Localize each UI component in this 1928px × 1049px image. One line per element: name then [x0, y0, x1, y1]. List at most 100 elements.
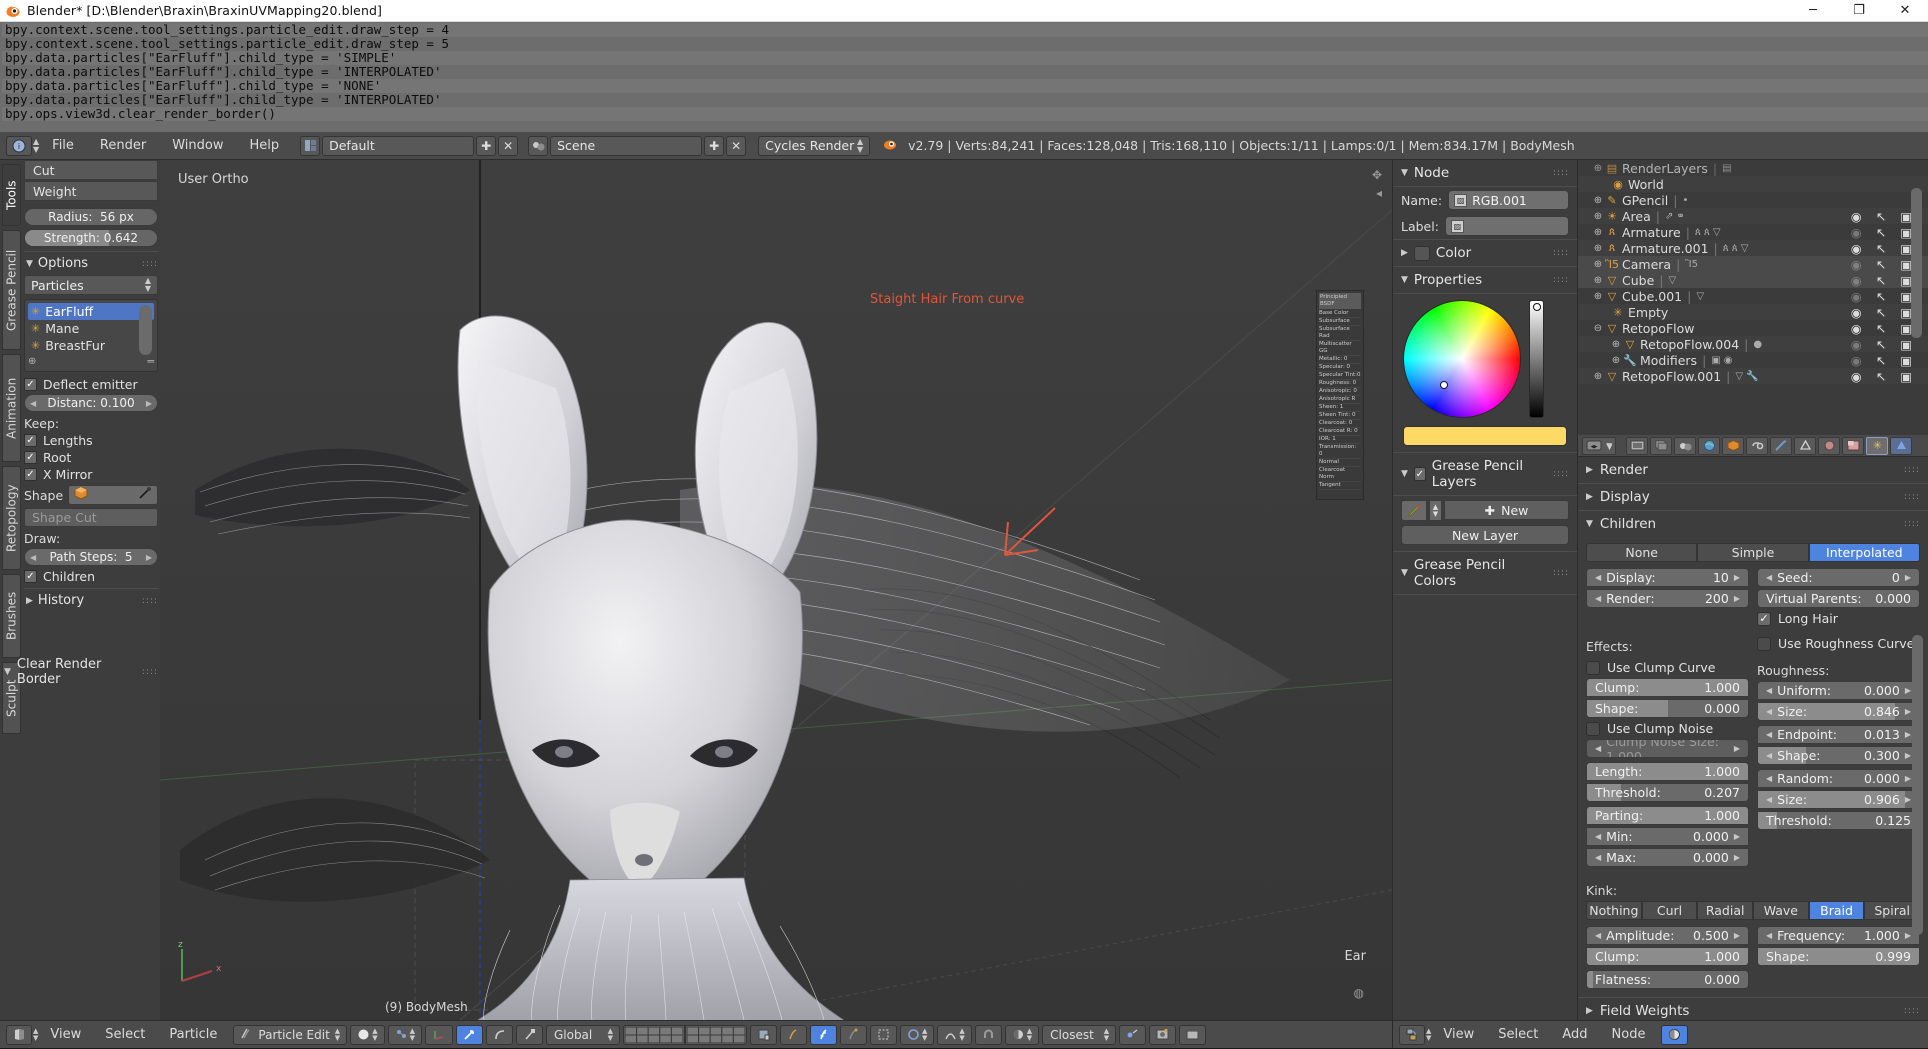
scene-select[interactable]: Scene	[550, 135, 703, 156]
outliner-data-icon[interactable]: ጰ	[1695, 227, 1701, 238]
properties-scrollbar[interactable]	[1912, 635, 1923, 935]
add-particle-system-icon[interactable]: ⊕	[28, 356, 36, 367]
outliner-editor[interactable]: ⊕ ▤ RenderLayers | ▤ ◉ World ⊕ ✎ GPencil | • ⊕ ☀ Area |…	[1577, 160, 1928, 435]
kink-shape-field[interactable]: Shape: 0.999	[1757, 947, 1920, 966]
decrement-arrow-icon[interactable]: ◀	[1595, 931, 1601, 940]
manipulator-scale-button[interactable]	[515, 1024, 543, 1045]
field-weights-header[interactable]: ▶ Field Weights ::::	[1578, 997, 1928, 1020]
eye-icon[interactable]: ◉	[1851, 369, 1862, 384]
outliner-row[interactable]: ✳ Empty ◉ ↖ ▣	[1578, 304, 1928, 320]
new-screen-layout-button[interactable]: ✚	[476, 135, 497, 156]
outliner-data-icon[interactable]: ጰ	[1704, 227, 1710, 238]
value-slider[interactable]	[1529, 300, 1544, 418]
scene-layers-block-1[interactable]	[622, 1024, 685, 1045]
node-color-swatch[interactable]	[1413, 245, 1430, 261]
opengl-render-button[interactable]	[1149, 1024, 1177, 1045]
use-clump-noise-checkbox[interactable]: Use Clump Noise	[1586, 721, 1749, 736]
kink-type-nothing[interactable]: Nothing	[1586, 901, 1642, 920]
expand-toggle-icon[interactable]: ⊕	[1592, 243, 1604, 254]
brush-strength-slider[interactable]: Strength: 0.642	[24, 229, 158, 247]
manipulator-rotate-button[interactable]	[485, 1024, 513, 1045]
delete-scene-button[interactable]: ✕	[726, 135, 747, 156]
use-roughness-curve-checkbox[interactable]: Use Roughness Curve	[1757, 636, 1920, 651]
cursor-arrow-icon[interactable]: ↖	[1876, 273, 1886, 288]
camera-icon[interactable]: ▣	[1900, 353, 1912, 368]
node-shader-type-button[interactable]	[1661, 1024, 1689, 1045]
cursor-arrow-icon[interactable]: ↖	[1876, 257, 1886, 272]
virtual-parents-field[interactable]: Virtual Parents: 0.000	[1757, 589, 1920, 608]
value-slider-handle[interactable]	[1533, 303, 1541, 311]
clear-render-border-panel[interactable]: ▼ Clear Render Border ::::	[4, 657, 158, 687]
outliner-row[interactable]: ⊕ ✎ GPencil | •	[1578, 192, 1928, 208]
gp-layers-header[interactable]: ▼ ✓ Grease Pencil Layers ::::	[1393, 452, 1577, 496]
increment-arrow-icon[interactable]: ▶	[1905, 774, 1911, 783]
outliner-row[interactable]: ⊕ ▽ Cube | ▽ ◉ ↖ ▣	[1578, 272, 1928, 288]
particle-select-mode[interactable]: ▲ ▼	[387, 1024, 422, 1045]
gp-colors-header[interactable]: ▼ Grease Pencil Colors ::::	[1393, 551, 1577, 595]
tab-retopology[interactable]: Retopology	[2, 466, 21, 570]
tab-world-icon[interactable]	[1698, 436, 1720, 455]
viewport-menu-view[interactable]: View	[38, 1021, 93, 1049]
roughness-uniform-field[interactable]: ◀ Uniform: 0.000 ▶	[1757, 681, 1920, 700]
decrement-arrow-icon[interactable]: ◀	[30, 553, 36, 562]
tab-material-icon[interactable]	[1818, 436, 1840, 455]
increment-arrow-icon[interactable]: ▶	[1734, 853, 1740, 862]
viewport-layer-indicator[interactable]: ◍	[1354, 986, 1364, 1000]
keep-lengths-checkbox[interactable]: ✓ Lengths	[24, 433, 158, 448]
color-panel-header[interactable]: ▶ Color ::::	[1393, 239, 1577, 267]
increment-arrow-icon[interactable]: ▶	[146, 553, 152, 562]
decrement-arrow-icon[interactable]: ◀	[1766, 686, 1772, 695]
tab-object-icon[interactable]	[1722, 436, 1744, 455]
outliner-data-icon[interactable]: 🔧	[1746, 371, 1758, 382]
kink-type-braid[interactable]: Braid	[1808, 901, 1865, 920]
long-hair-checkbox[interactable]: ✓ Long Hair	[1757, 611, 1920, 626]
eye-icon[interactable]: ◉	[1851, 289, 1862, 304]
properties-editor[interactable]: ◂▸ ▼ ✳	[1577, 435, 1928, 1020]
kink-frequency-field[interactable]: ◀ Frequency: 1.000 ▶	[1757, 926, 1920, 945]
outliner-data-icon[interactable]: ◉	[1724, 355, 1733, 366]
delete-screen-layout-button[interactable]: ✕	[498, 135, 519, 156]
clump-shape-field[interactable]: Shape: 0.000	[1586, 699, 1749, 718]
kink-type-wave[interactable]: Wave	[1753, 901, 1809, 920]
eye-icon[interactable]: ◉	[1851, 337, 1862, 352]
eyedropper-icon[interactable]	[138, 486, 152, 504]
decrement-arrow-icon[interactable]: ◀	[1595, 573, 1601, 582]
outliner-data-icon[interactable]: ⚭	[1676, 211, 1684, 222]
outliner-data-icon[interactable]: ▽	[1669, 275, 1677, 286]
length-field[interactable]: Length: 1.000	[1586, 762, 1749, 781]
proportional-edit-button[interactable]: ▲ ▼	[899, 1024, 935, 1045]
tab-tools[interactable]: Tools	[2, 164, 21, 226]
children-type-segmented[interactable]: None Simple Interpolated	[1586, 543, 1920, 562]
rgb-color-swatch[interactable]	[1403, 426, 1567, 446]
increment-arrow-icon[interactable]: ▶	[1905, 573, 1911, 582]
parting-min-field[interactable]: ◀ Min: 0.000 ▶	[1586, 827, 1749, 846]
close-button[interactable]: ✕	[1882, 0, 1928, 22]
properties-panel-header[interactable]: ▼ Properties ::::	[1393, 267, 1577, 294]
checkbox-icon[interactable]: ✓	[1413, 467, 1426, 481]
outliner-data-icon[interactable]: ▽	[1741, 243, 1749, 254]
snap-target-select[interactable]: Closest ▲ ▼	[1042, 1024, 1117, 1045]
shape-cut-button[interactable]: Shape Cut	[24, 508, 158, 527]
parting-field[interactable]: Parting: 1.000	[1586, 806, 1749, 825]
outliner-row[interactable]: ⊕ ▤ RenderLayers | ▤	[1578, 160, 1928, 176]
outliner-row[interactable]: ⊕ ጰ Armature | ጰ ጰ ▽ ◉ ↖ ▣	[1578, 224, 1928, 240]
children-seed-field[interactable]: ◀ Seed: 0 ▶	[1757, 568, 1920, 587]
decrement-arrow-icon[interactable]: ◀	[30, 399, 36, 408]
length-threshold-field[interactable]: Threshold: 0.207	[1586, 783, 1749, 802]
parting-max-field[interactable]: ◀ Max: 0.000 ▶	[1586, 848, 1749, 867]
cursor-arrow-icon[interactable]: ↖	[1876, 241, 1886, 256]
color-picker[interactable]	[1393, 294, 1577, 422]
expand-toggle-icon[interactable]: ⊕	[1592, 371, 1604, 382]
cut-button[interactable]: Cut	[24, 160, 158, 180]
scene-layers-block-2[interactable]	[684, 1024, 747, 1045]
tab-scene-icon[interactable]	[1674, 436, 1696, 455]
lock-to-scene-button[interactable]	[749, 1024, 777, 1045]
editor-type-properties-icon[interactable]: ◂▸ ▼	[1582, 436, 1616, 455]
x-mirror-checkbox[interactable]: ✓ X Mirror	[24, 467, 158, 482]
eye-icon[interactable]: ◉	[1851, 321, 1862, 336]
tab-brushes[interactable]: Brushes	[2, 574, 21, 658]
render-engine-select[interactable]: Cycles Render ▲ ▼	[758, 135, 871, 156]
increment-arrow-icon[interactable]: ▶	[1905, 795, 1911, 804]
outliner-data-icon[interactable]: Ἲ5	[1685, 259, 1698, 270]
draw-children-checkbox[interactable]: ✓ Children	[24, 569, 158, 584]
